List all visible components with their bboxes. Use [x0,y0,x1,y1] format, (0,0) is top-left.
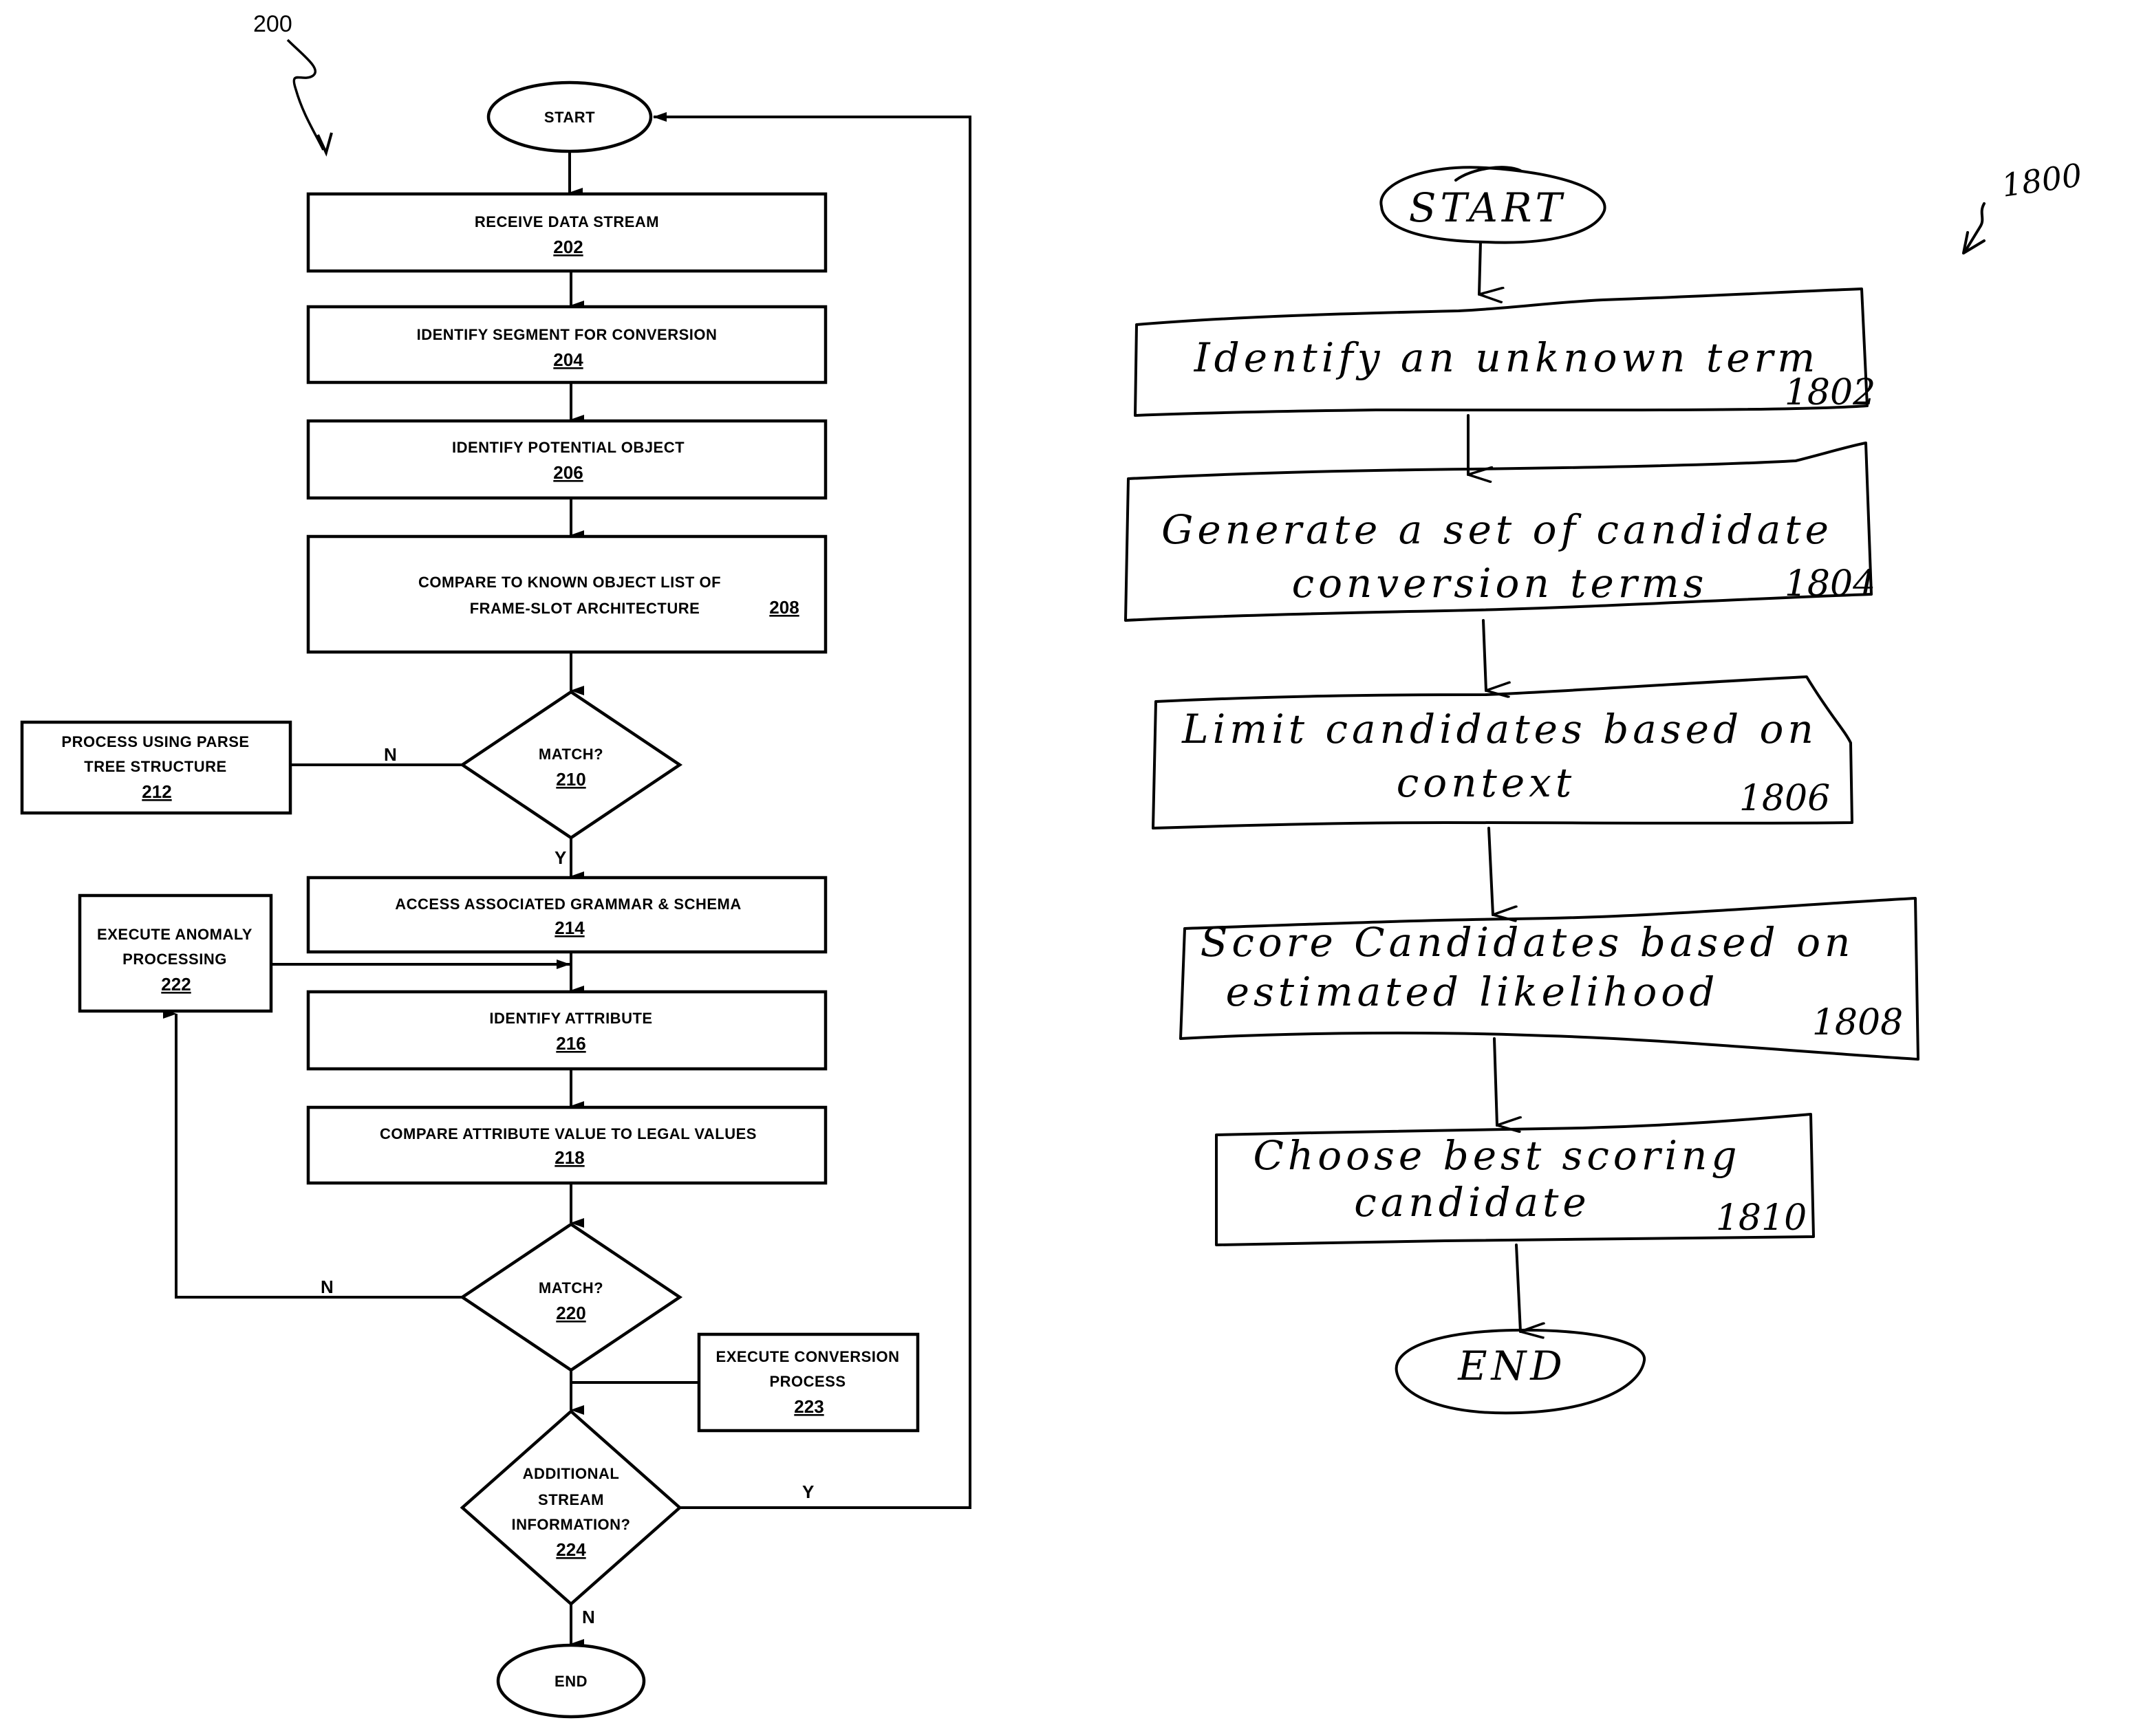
end-terminal: END [1395,1328,1646,1415]
step-ref: 1804 [1785,563,1875,605]
decision-210: MATCH? 210 [459,690,683,840]
step-label-line-2: PROCESSING [122,951,227,968]
connector-1810-end [1515,1244,1520,1332]
figure-ref-arrow-icon [1964,202,1986,253]
figure-ref-200: 200 [253,11,292,37]
step-label-line-1: COMPARE TO KNOWN OBJECT LIST OF [418,574,721,591]
step-ref: 216 [556,1033,585,1054]
step-216: IDENTIFY ATTRIBUTE 216 [306,990,828,1071]
end-label: END [1457,1343,1567,1389]
step-ref: 204 [553,349,583,370]
step-label: RECEIVE DATA STREAM [475,213,659,230]
decision-ref: 224 [556,1539,586,1560]
connector-1806-1808 [1487,827,1493,915]
step-223: EXECUTE CONVERSION PROCESS 223 [697,1332,920,1433]
step-label-line-2: context [1397,759,1575,806]
step-222: EXECUTE ANOMALY PROCESSING 222 [78,893,273,1013]
step-ref: 1802 [1785,372,1875,413]
connector-1808-1810 [1493,1037,1497,1125]
step-label-line-2: candidate [1354,1179,1590,1226]
start-label: START [1409,184,1566,231]
step-label-line-2: estimated likelihood [1226,968,1719,1015]
figure-1800: 1800 START Identify an unknown term 1802… [1124,156,2084,1415]
step-ref: 212 [142,781,171,802]
step-label-line-1: Score Candidates based on [1201,919,1855,966]
step-label-line-2: TREE STRUCTURE [84,758,226,775]
step-label-line-1: EXECUTE CONVERSION [716,1348,900,1365]
step-label-line-1: Limit candidates based on [1181,706,1818,752]
step-ref: 202 [553,237,583,257]
branch-label-no: N [384,744,397,765]
step-ref: 218 [555,1147,584,1168]
step-label-line-1: PROCESS USING PARSE [61,733,249,750]
step-ref: 223 [794,1396,824,1417]
step-label: IDENTIFY POTENTIAL OBJECT [452,439,685,456]
step-206: IDENTIFY POTENTIAL OBJECT 206 [306,419,828,500]
step-ref: 1806 [1739,778,1830,819]
decision-label-line-2: STREAM [538,1491,604,1508]
step-ref: 206 [553,462,583,483]
step-1806: Limit candidates based on context 1806 [1152,675,1853,829]
step-202: RECEIVE DATA STREAM 202 [306,192,828,273]
step-ref: 1808 [1812,1002,1903,1043]
step-ref: 214 [555,918,585,938]
start-terminal: START [1379,166,1606,244]
step-204: IDENTIFY SEGMENT FOR CONVERSION 204 [306,305,828,384]
start-label: START [544,109,595,126]
step-ref: 1810 [1716,1197,1807,1239]
step-label-line-1: Choose best scoring [1254,1132,1741,1179]
branch-label-no: N [321,1277,334,1297]
step-label-line-2: PROCESS [769,1373,846,1390]
step-1808: Score Candidates based on estimated like… [1179,897,1919,1061]
step-label-line-1: Generate a set of candidate [1161,506,1833,553]
decision-label: MATCH? [539,746,603,763]
connector-1804-1806 [1482,619,1486,691]
decision-220: MATCH? 220 [459,1222,683,1372]
step-label: IDENTIFY ATTRIBUTE [489,1010,652,1027]
start-terminal: START [486,80,653,153]
step-218: COMPARE ATTRIBUTE VALUE TO LEGAL VALUES … [306,1105,828,1185]
step-ref: 208 [769,597,799,618]
branch-label-yes: Y [802,1482,814,1502]
decision-label: MATCH? [539,1279,603,1296]
figure-ref-arrow-icon [286,39,325,151]
step-1804: Generate a set of candidate conversion t… [1124,442,1875,622]
step-label: Identify an unknown term [1194,334,1820,381]
step-ref: 222 [161,974,191,995]
figure-200: 200 START RECEIVE DATA STREAM 202 IDENTI… [20,11,971,1719]
decision-ref: 220 [556,1303,585,1323]
step-1810: Choose best scoring candidate 1810 [1215,1113,1815,1246]
decision-label-line-3: INFORMATION? [511,1516,630,1533]
step-208: COMPARE TO KNOWN OBJECT LIST OF FRAME-SL… [306,534,828,654]
decision-label-line-1: ADDITIONAL [523,1465,620,1482]
step-label: COMPARE ATTRIBUTE VALUE TO LEGAL VALUES [380,1125,757,1142]
step-212: PROCESS USING PARSE TREE STRUCTURE 212 [20,720,292,815]
connector-start-1802 [1479,241,1481,294]
step-label-line-2: FRAME-SLOT ARCHITECTURE [470,600,700,617]
step-1802: Identify an unknown term 1802 [1134,287,1875,417]
branch-label-no: N [582,1607,595,1627]
step-214: ACCESS ASSOCIATED GRAMMAR & SCHEMA 214 [306,876,828,954]
figure-ref-1800: 1800 [1999,156,2084,204]
step-label: IDENTIFY SEGMENT FOR CONVERSION [417,326,718,343]
flowchart-canvas: 200 START RECEIVE DATA STREAM 202 IDENTI… [20,11,2084,1719]
step-label: ACCESS ASSOCIATED GRAMMAR & SCHEMA [395,896,741,913]
step-label-line-2: conversion terms [1292,560,1708,607]
end-label: END [555,1673,588,1690]
step-label-line-1: EXECUTE ANOMALY [97,926,252,943]
end-terminal: END [496,1643,646,1719]
decision-ref: 210 [556,769,585,790]
branch-label-yes: Y [555,847,566,868]
decision-224: ADDITIONAL STREAM INFORMATION? 224 [460,1409,682,1607]
